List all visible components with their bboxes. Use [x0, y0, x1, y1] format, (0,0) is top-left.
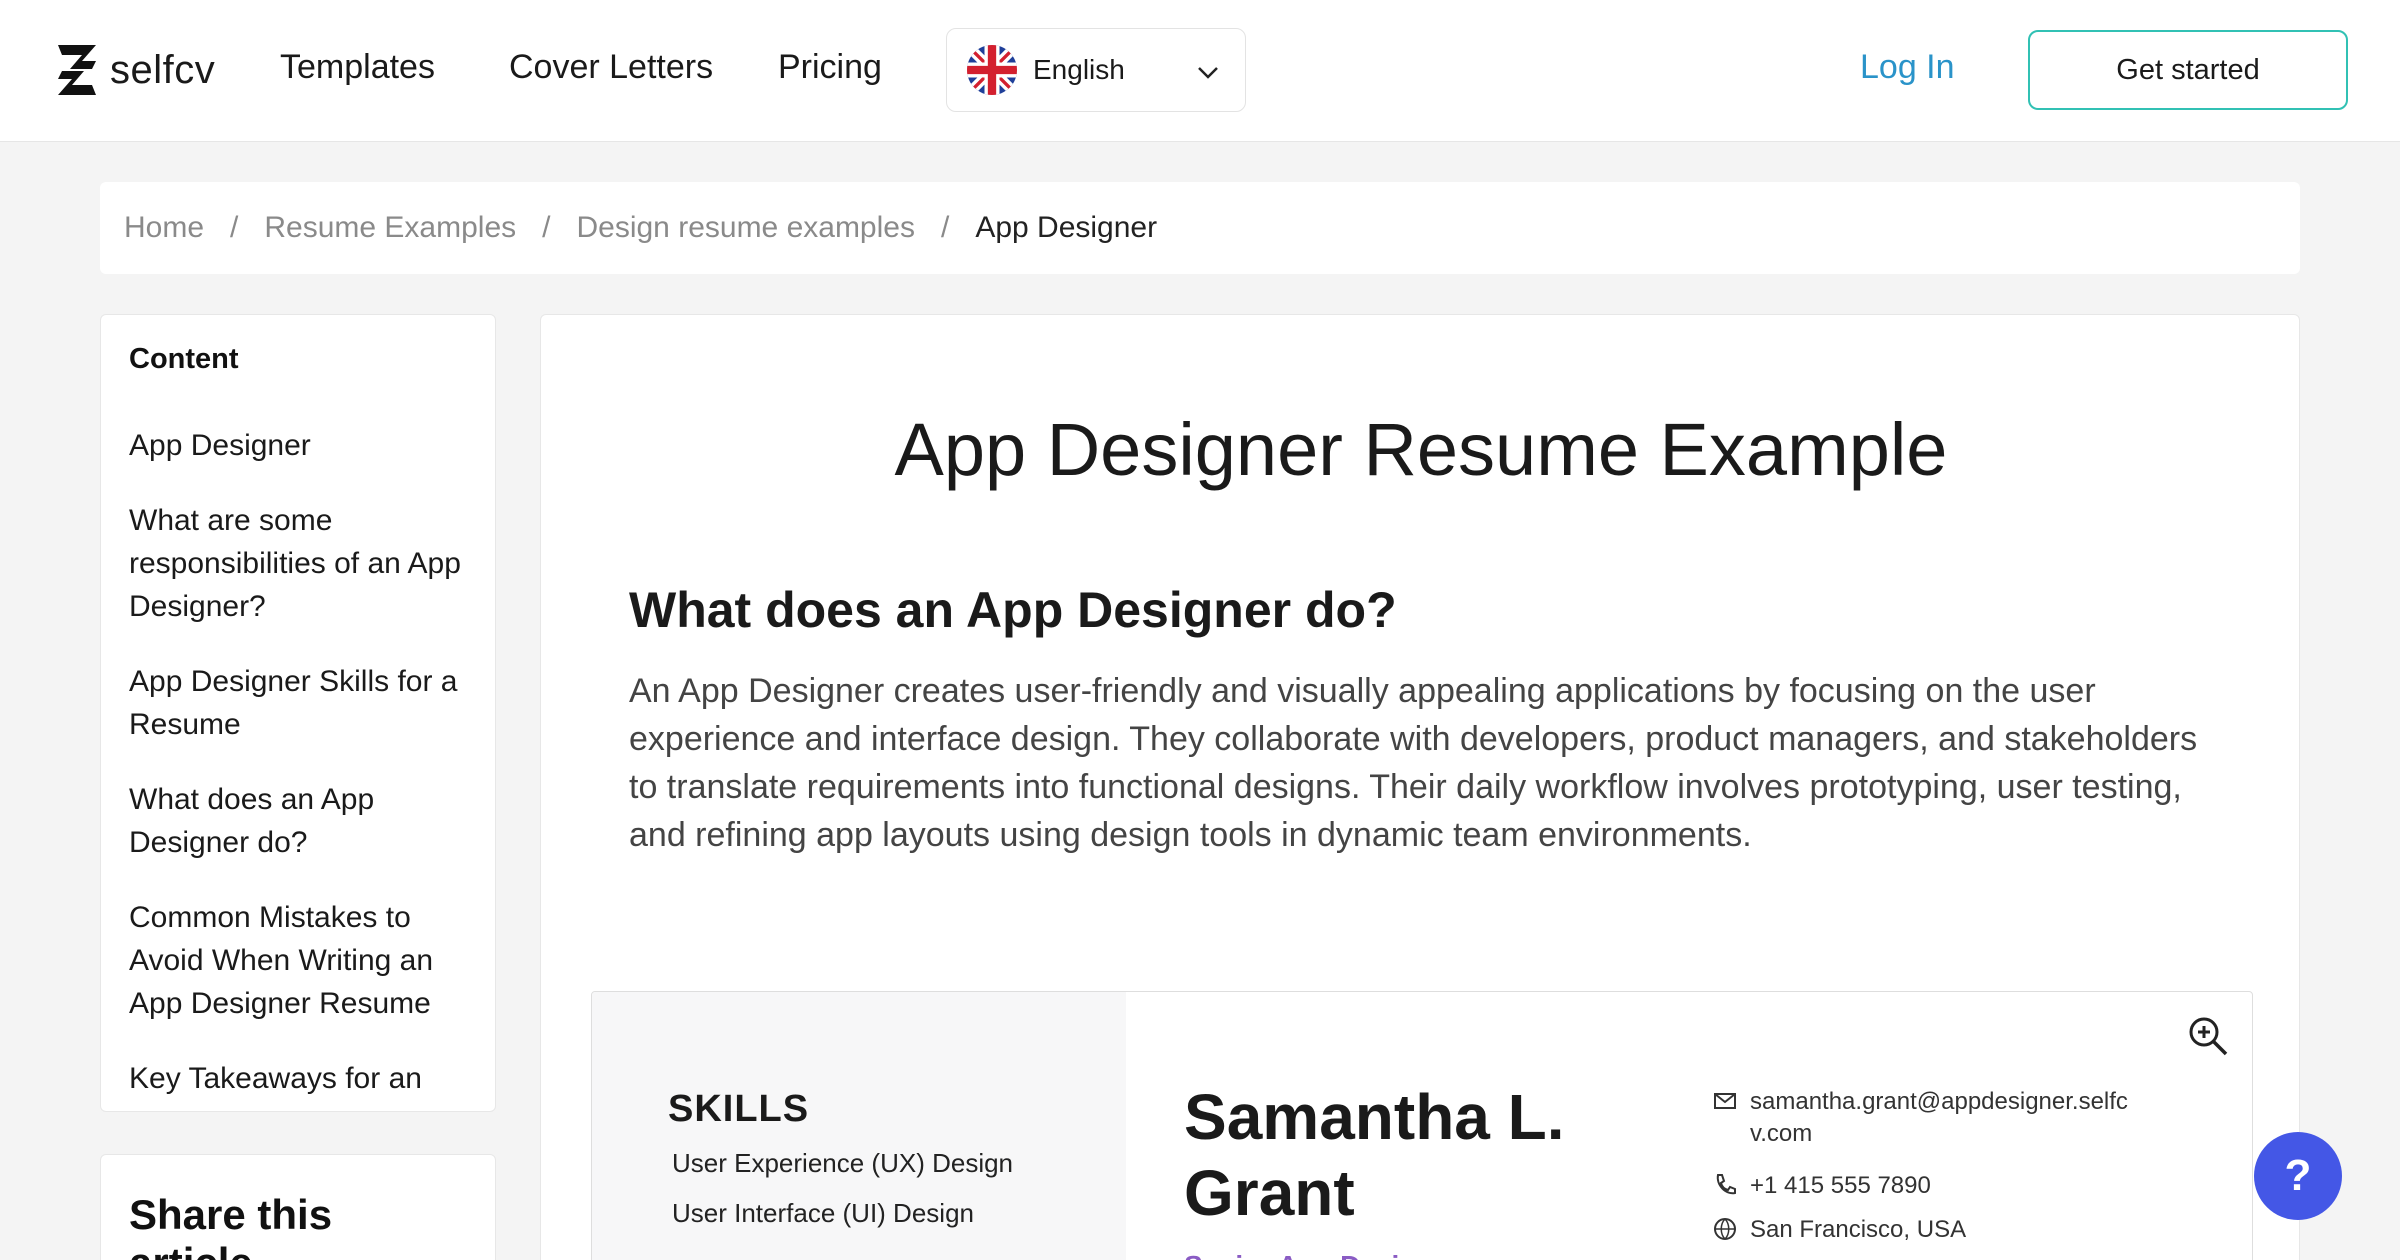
breadcrumb-separator: /: [542, 211, 551, 244]
selfcv-logo-icon: [58, 45, 96, 95]
nav-pricing[interactable]: Pricing: [778, 48, 882, 87]
mail-icon: [1714, 1093, 1736, 1109]
toc-item[interactable]: Common Mistakes to Avoid When Writing an…: [129, 896, 467, 1025]
page-title: App Designer Resume Example: [894, 408, 1948, 491]
toc-item[interactable]: App Designer: [129, 424, 467, 467]
toc-item[interactable]: Key Takeaways for an: [129, 1057, 467, 1100]
section-heading: What does an App Designer do?: [629, 582, 1397, 638]
resume-role: Senior App Designer: [1184, 1250, 1460, 1260]
language-select[interactable]: English: [946, 28, 1246, 112]
resume-name: Grant: [1184, 1157, 1355, 1229]
breadcrumb: Home / Resume Examples / Design resume e…: [100, 182, 2300, 274]
article-card: App Designer Resume Example What does an…: [540, 314, 2300, 1260]
nav-cover-letters[interactable]: Cover Letters: [509, 48, 713, 87]
resume-phone-text: +1 415 555 7890: [1750, 1172, 1931, 1199]
breadcrumb-separator: /: [940, 211, 950, 244]
breadcrumb-resume-examples[interactable]: Resume Examples: [264, 211, 516, 245]
section-body: An App Designer creates user-friendly an…: [629, 672, 2198, 854]
globe-icon: [1714, 1218, 1736, 1240]
share-title: Share this article: [129, 1191, 333, 1260]
resume-skill: User Interface (UI) Design: [672, 1198, 974, 1228]
nav-templates[interactable]: Templates: [280, 48, 435, 87]
toc-title: Content: [129, 343, 239, 375]
toc-item[interactable]: What are some responsibilities of an App…: [129, 499, 467, 628]
resume-location: San Francisco, USA: [1712, 1216, 1966, 1244]
resume-location-text: San Francisco, USA: [1750, 1216, 1967, 1243]
table-of-contents: Content App Designer What are some respo…: [100, 314, 496, 1112]
breadcrumb-home[interactable]: Home: [124, 211, 204, 245]
resume-skill: User Experience (UX) Design: [672, 1148, 1014, 1178]
logo-text: selfcv: [110, 47, 216, 92]
resume-preview[interactable]: SKILLS User Experience (UX) Design User …: [591, 991, 2253, 1260]
resume-email-line: samantha.grant@appdesigner.selfc: [1750, 1088, 2128, 1115]
resume-skills-title: SKILLS: [668, 1088, 810, 1130]
breadcrumb-separator: /: [230, 211, 239, 244]
get-started-button[interactable]: Get started: [2028, 30, 2348, 110]
toc-item[interactable]: App Designer Skills for a Resume: [129, 660, 467, 746]
resume-email-line: v.com: [1750, 1120, 1813, 1147]
breadcrumb-current: App Designer: [975, 211, 1158, 244]
breadcrumb-design-resume-examples[interactable]: Design resume examples: [576, 211, 914, 245]
uk-flag-icon: [967, 45, 1017, 95]
resume-email: samantha.grant@appdesigner.selfc v.com: [1712, 1088, 2128, 1148]
chevron-down-icon: [1198, 67, 1218, 79]
logo[interactable]: selfcv: [52, 40, 215, 100]
language-label: English: [1033, 54, 1125, 85]
site-header: selfcv Templates Cover Letters Pricing E…: [0, 0, 2400, 142]
resume-name: Samantha L.: [1184, 1081, 1565, 1153]
login-link[interactable]: Log In: [1860, 48, 1955, 87]
zoom-in-icon[interactable]: [2186, 1014, 2230, 1058]
help-button[interactable]: ?: [2254, 1132, 2342, 1220]
phone-icon: [1716, 1174, 1736, 1195]
resume-phone: +1 415 555 7890: [1712, 1172, 1931, 1200]
share-panel: Share this article: [100, 1154, 496, 1260]
toc-item[interactable]: What does an App Designer do?: [129, 778, 467, 864]
